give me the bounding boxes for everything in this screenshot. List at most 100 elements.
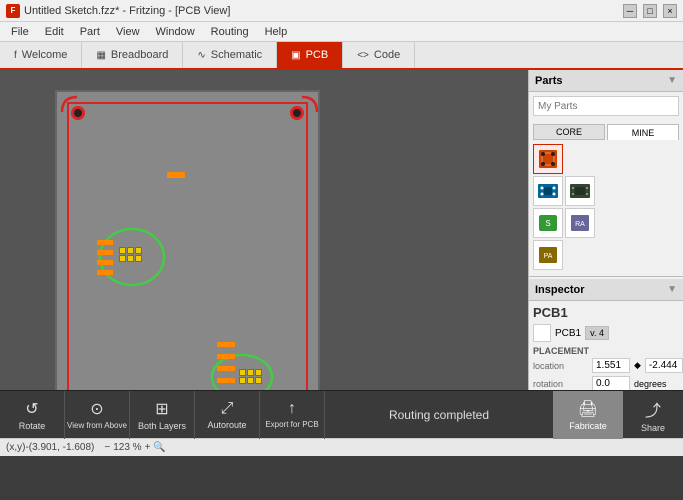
corner-dot-tr (290, 106, 304, 120)
pin-cluster-left (119, 247, 142, 262)
rotation-label: rotation (533, 379, 588, 389)
pin-4 (119, 255, 126, 262)
parts-icon-pa[interactable]: PA (533, 240, 563, 270)
minimize-button[interactable]: ─ (623, 4, 637, 18)
menu-help[interactable]: Help (258, 25, 295, 39)
orange-comp-5 (97, 270, 113, 275)
view-label: View from Above (67, 421, 127, 430)
menu-part[interactable]: Part (73, 25, 107, 39)
parts-icon-selected[interactable] (533, 144, 563, 174)
location-label: location (533, 361, 588, 371)
export-pcb-button[interactable]: ↑ Export for PCB (260, 391, 325, 439)
zoom-control: − 123 % + 🔍 (104, 442, 166, 453)
zoom-minus[interactable]: − (104, 442, 110, 453)
fabricate-icon: 🖨 (578, 399, 598, 419)
parts-icon-arduino[interactable] (533, 176, 563, 206)
pcb-outline (67, 102, 308, 390)
maximize-button[interactable]: □ (643, 4, 657, 18)
orange-comp-8 (217, 366, 235, 371)
parts-panel-collapse[interactable]: ▼ (667, 75, 677, 86)
share-icon: ⤴ (645, 397, 661, 421)
zoom-icon: 🔍 (153, 442, 165, 453)
parts-icon-seeed[interactable]: S (533, 208, 563, 238)
parts-search-input[interactable] (533, 96, 679, 116)
inspector-panel-header: Inspector ▼ (529, 279, 683, 301)
autoroute-icon: ⤢ (221, 400, 234, 418)
title-bar: F Untitled Sketch.fzz* - Fritzing - [PCB… (0, 0, 683, 22)
menu-routing[interactable]: Routing (204, 25, 256, 39)
parts-icon-shield[interactable] (565, 176, 595, 206)
pin-1 (119, 247, 126, 254)
view-from-above-button[interactable]: ⊙ View from Above (65, 391, 130, 439)
rotate-label: Rotate (19, 421, 46, 431)
rotation-input[interactable] (592, 376, 630, 390)
layers-icon: ⊞ (155, 399, 168, 419)
menu-edit[interactable]: Edit (38, 25, 71, 39)
rotate-icon: ↺ (25, 399, 38, 419)
share-button[interactable]: ⤴ Share (623, 391, 683, 439)
rotation-unit: degrees (634, 379, 667, 389)
parts-panel-title: Parts (535, 75, 563, 87)
inspector-version: v. 4 (585, 326, 609, 340)
welcome-icon: f (14, 50, 17, 61)
parts-icon-arduino-svg (537, 180, 559, 202)
corner-dot-tl (71, 106, 85, 120)
fabricate-button[interactable]: 🖨 Fabricate (553, 391, 623, 439)
location-x-input[interactable] (592, 358, 630, 373)
tab-pcb[interactable]: ▣ PCB (277, 42, 343, 68)
parts-tab-mine[interactable]: MINE (607, 124, 679, 140)
rotation-row: rotation degrees (533, 376, 679, 390)
tab-welcome[interactable]: f Welcome (0, 42, 82, 68)
tab-schematic[interactable]: ∿ Schematic (183, 42, 277, 68)
pin-r1 (239, 369, 246, 376)
divider-1 (529, 276, 683, 277)
tab-breadboard[interactable]: ▦ Breadboard (82, 42, 183, 68)
menu-view[interactable]: View (109, 25, 147, 39)
view-icon: ⊙ (90, 399, 103, 419)
pin-cluster-right (239, 369, 262, 384)
pin-5 (127, 255, 134, 262)
zoom-plus[interactable]: + (145, 442, 151, 453)
parts-icon-seeed-svg: S (537, 212, 559, 234)
parts-icons-grid: S RA PA (529, 140, 683, 274)
status-bar: (x,y)-(3.901, -1.608) − 123 % + 🔍 (0, 438, 683, 456)
inspector-panel-collapse[interactable]: ▼ (667, 284, 677, 295)
routing-status: Routing completed (325, 408, 553, 422)
parts-icon-row-3: S RA (533, 208, 679, 238)
pin-r4 (239, 377, 246, 384)
menu-file[interactable]: File (4, 25, 36, 39)
rotate-button[interactable]: ↺ Rotate (0, 391, 65, 439)
canvas-area[interactable]: fritzing (0, 70, 528, 390)
svg-text:RA: RA (575, 221, 585, 228)
pin-r2 (247, 369, 254, 376)
pin-r6 (255, 377, 262, 384)
layers-label: Both Layers (138, 421, 186, 431)
tab-welcome-label: Welcome (22, 49, 68, 61)
menu-window[interactable]: Window (149, 25, 202, 39)
close-button[interactable]: × (663, 4, 677, 18)
svg-text:S: S (545, 219, 550, 228)
pin-6 (135, 255, 142, 262)
right-panel: Parts ▼ CORE MINE (528, 70, 683, 390)
tab-schematic-label: Schematic (211, 49, 262, 61)
orange-comp-9 (217, 378, 235, 383)
color-swatch[interactable] (533, 324, 551, 342)
parts-icon-ra[interactable]: RA (565, 208, 595, 238)
location-y-input[interactable] (645, 358, 683, 373)
export-icon: ↑ (288, 400, 296, 418)
autoroute-button[interactable]: ⤢ Autoroute (195, 391, 260, 439)
pin-3 (135, 247, 142, 254)
menu-bar: File Edit Part View Window Routing Help (0, 22, 683, 42)
autoroute-label: Autoroute (207, 420, 246, 430)
app-icon: F (6, 4, 20, 18)
fabricate-label: Fabricate (569, 421, 607, 431)
window-controls: ─ □ × (623, 4, 677, 18)
pcb-board: fritzing (55, 90, 320, 390)
parts-panel-header: Parts ▼ (529, 70, 683, 92)
export-label: Export for PCB (265, 420, 318, 429)
tab-code[interactable]: <> Code (343, 42, 415, 68)
main-layout: fritzing Parts ▼ CORE MINE (0, 70, 683, 390)
both-layers-button[interactable]: ⊞ Both Layers (130, 391, 195, 439)
routing-status-text: Routing completed (389, 408, 489, 422)
parts-tab-core[interactable]: CORE (533, 124, 605, 140)
